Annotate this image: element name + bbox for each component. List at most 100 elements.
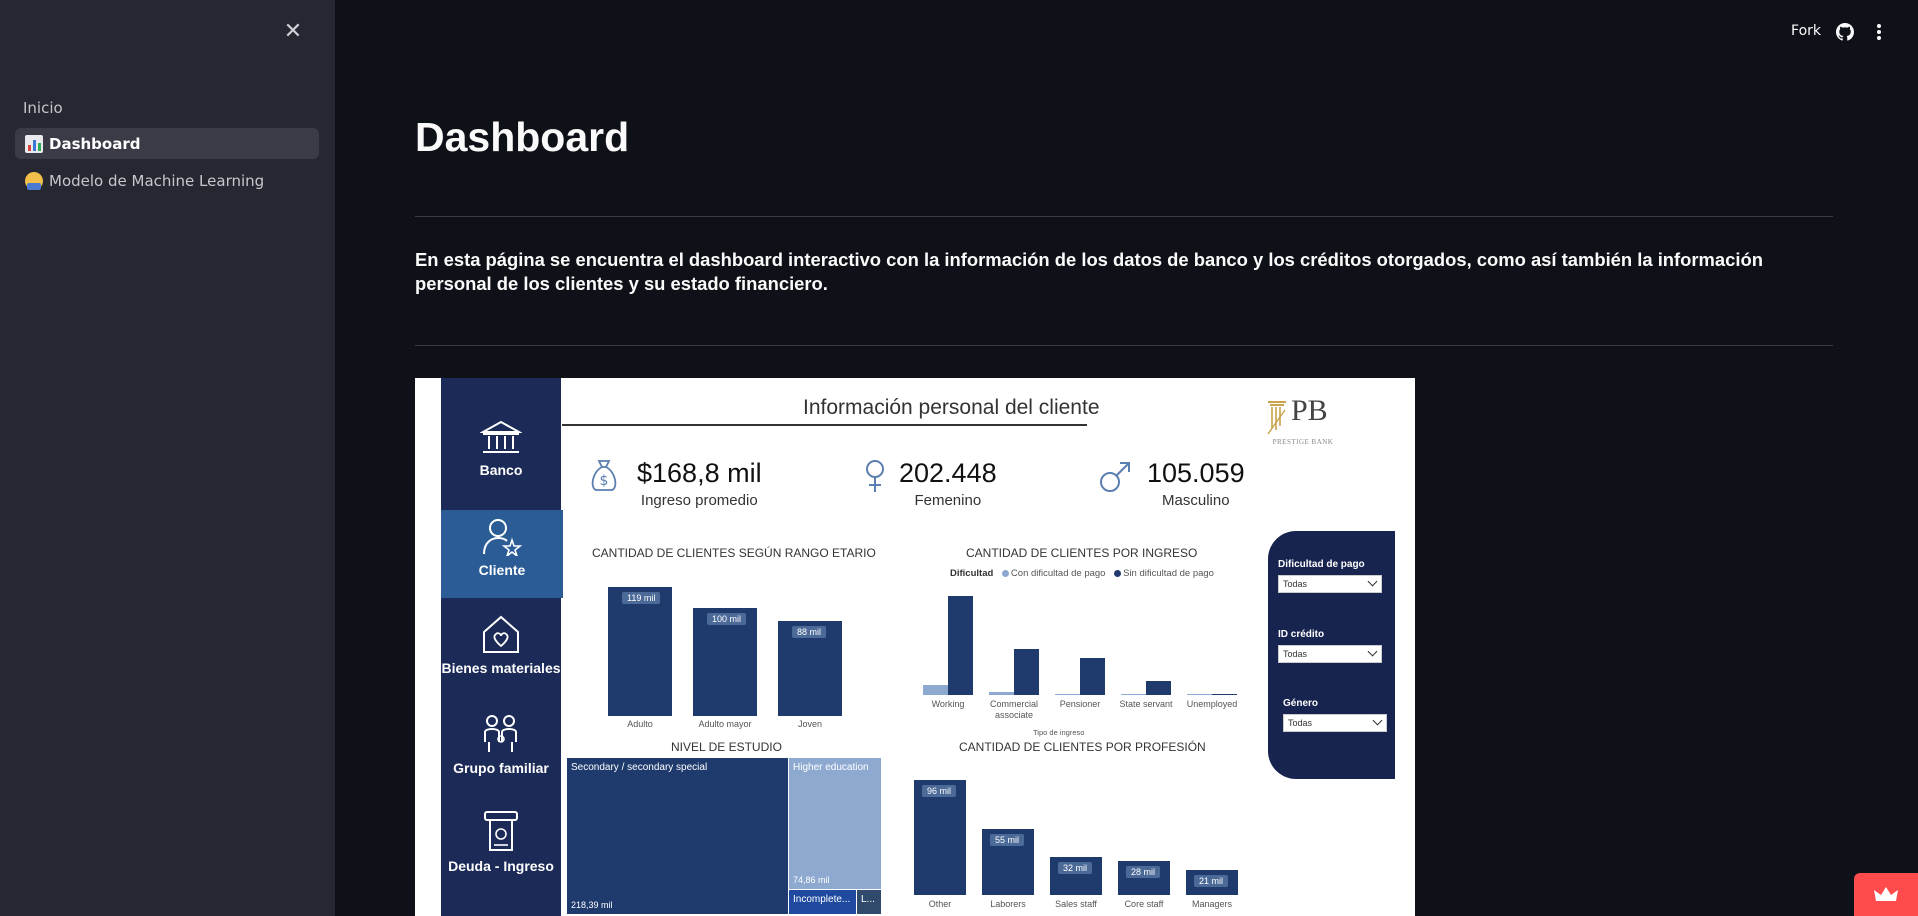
sidebar-item-modelo-ml[interactable]: Modelo de Machine Learning (15, 165, 319, 196)
dashboard-nav-bienes: Bienes materiales (441, 614, 561, 676)
x-tick-label: Sales staff (1055, 899, 1097, 909)
data-label: 96 mil (922, 784, 957, 797)
divider (415, 345, 1833, 346)
kpi-ingreso: $168,8 mil Ingreso promedio (637, 458, 762, 509)
legend-swatch-sin (1114, 569, 1122, 577)
crown-icon (1874, 887, 1898, 901)
kpi-femenino: 202.448 Femenino (899, 458, 997, 509)
male-icon (1100, 462, 1130, 492)
kpi-masculino: 105.059 Masculino (1147, 458, 1245, 509)
money-bag-icon: $ (591, 460, 617, 491)
female-icon (866, 460, 884, 492)
svg-text:$: $ (600, 473, 609, 489)
treemap-cell: Higher education (789, 758, 881, 889)
filter-dificultad: Dificultad de pago Todas (1278, 559, 1382, 593)
dashboard-nav-banco: Banco (441, 420, 561, 478)
bar (608, 587, 672, 716)
top-toolbar: Fork (335, 0, 1918, 64)
filter-value: Todas (1288, 718, 1313, 728)
filter-panel: Dificultad de pago Todas ID crédito Toda… (1268, 531, 1395, 779)
sidebar-item-label: Dashboard (49, 134, 141, 153)
chart-title-nivel-estudio: NIVEL DE ESTUDIO (671, 740, 782, 754)
dashboard-nav-label: Deuda - Ingreso (448, 858, 554, 874)
legend-item: Sin dificultad de pago (1123, 568, 1214, 579)
dashboard-image: Banco Cliente Bienes materiales Grupo fa… (415, 378, 1415, 916)
data-label: 218,39 mil (571, 900, 613, 910)
legend-title: Dificultad (950, 568, 994, 579)
sidebar-item-label: Modelo de Machine Learning (49, 171, 265, 190)
x-tick-label: Core staff (1124, 899, 1164, 909)
filter-value: Todas (1283, 579, 1308, 589)
atm-icon (484, 811, 518, 851)
logo-letters: PB (1291, 394, 1328, 427)
filter-select: Todas (1283, 714, 1387, 732)
bar (1014, 649, 1039, 695)
bar (1121, 694, 1146, 695)
logo-tagline: PRESTIGE BANK (1272, 438, 1334, 446)
bar (1212, 694, 1237, 695)
dashboard-nav: Banco Cliente Bienes materiales Grupo fa… (441, 378, 563, 916)
kpi-label: Masculino (1162, 492, 1230, 509)
dashboard-nav-label: Banco (479, 462, 523, 478)
sidebar-item-dashboard[interactable]: Dashboard (15, 128, 319, 159)
close-sidebar-icon[interactable]: ✕ (283, 21, 303, 43)
dashboard-nav-deuda-ingreso: Deuda - Ingreso (441, 810, 561, 874)
dashboard-nav-label: Bienes materiales (441, 660, 561, 676)
x-tick-label: Adulto mayor (698, 719, 752, 729)
treemap-cell: Secondary / secondary special (567, 758, 788, 914)
filter-id-credito: ID crédito Todas (1278, 629, 1382, 663)
page-description: En esta página se encuentra el dashboard… (415, 249, 1763, 294)
sidebar-section-label: Inicio (23, 99, 63, 117)
dashboard-nav-label: Cliente (478, 562, 526, 578)
data-label: 74,86 mil (793, 875, 830, 885)
x-tick-label: Other (928, 899, 952, 909)
sidebar: ✕ Inicio Dashboard Modelo de Machine Lea… (0, 0, 335, 916)
bar (948, 595, 973, 695)
data-label: 21 mil (1194, 874, 1229, 887)
bank-icon (480, 420, 522, 453)
chevron-down-icon (1367, 576, 1378, 587)
technologist-emoji-icon (25, 171, 43, 190)
main-menu-icon[interactable] (1873, 22, 1885, 42)
chevron-down-icon (1367, 646, 1378, 657)
bar (989, 691, 1014, 695)
kpi-label: Ingreso promedio (640, 492, 758, 509)
chart-legend-ingreso: Dificultad Con dificultad de pago Sin di… (950, 568, 1214, 579)
filter-label: Género (1283, 698, 1319, 709)
x-tick-label: Adulto (627, 719, 653, 729)
kpi-value: 202.448 (899, 458, 997, 488)
page-title: Dashboard (415, 114, 630, 160)
fork-button[interactable]: Fork (1791, 23, 1821, 39)
kpi-label: Femenino (914, 492, 982, 509)
github-icon[interactable] (1836, 23, 1854, 41)
data-label: 28 mil (1126, 866, 1161, 879)
dashboard-nav-cliente: Cliente (441, 510, 563, 598)
title-underline (562, 424, 1087, 426)
treemap-cell: L... (857, 890, 881, 914)
filter-genero: Género Todas (1283, 698, 1387, 732)
data-label: 100 mil (707, 613, 747, 625)
bar (1055, 693, 1080, 695)
house-heart-icon (483, 615, 519, 653)
legend-item: Con dificultad de pago (1010, 568, 1106, 579)
x-tick-label: Unemployed (1186, 699, 1238, 709)
chart-title-rango-etario: CANTIDAD DE CLIENTES SEGÚN RANGO ETARIO (592, 546, 876, 560)
prestige-bank-logo: PB PRESTIGE BANK (1263, 392, 1343, 450)
streamlit-badge[interactable] (1854, 873, 1918, 916)
chart-title-ingreso: CANTIDAD DE CLIENTES POR INGRESO (966, 546, 1198, 560)
x-axis-title: Tipo de ingreso (1033, 728, 1085, 737)
divider (415, 216, 1833, 217)
bar (1080, 658, 1105, 695)
filter-label: ID crédito (1278, 629, 1325, 640)
dashboard-nav-label: Grupo familiar (453, 760, 549, 776)
bar (1187, 694, 1212, 695)
family-icon (484, 715, 517, 752)
filter-select: Todas (1278, 575, 1382, 593)
bar (923, 685, 948, 695)
kpi-value: 105.059 (1147, 458, 1245, 488)
x-tick-label: Pensioner (1059, 699, 1101, 709)
data-label: 55 mil (990, 834, 1025, 846)
bar-chart-emoji-icon (25, 134, 43, 153)
legend-swatch-con (1001, 569, 1009, 577)
filter-label: Dificultad de pago (1278, 559, 1365, 570)
